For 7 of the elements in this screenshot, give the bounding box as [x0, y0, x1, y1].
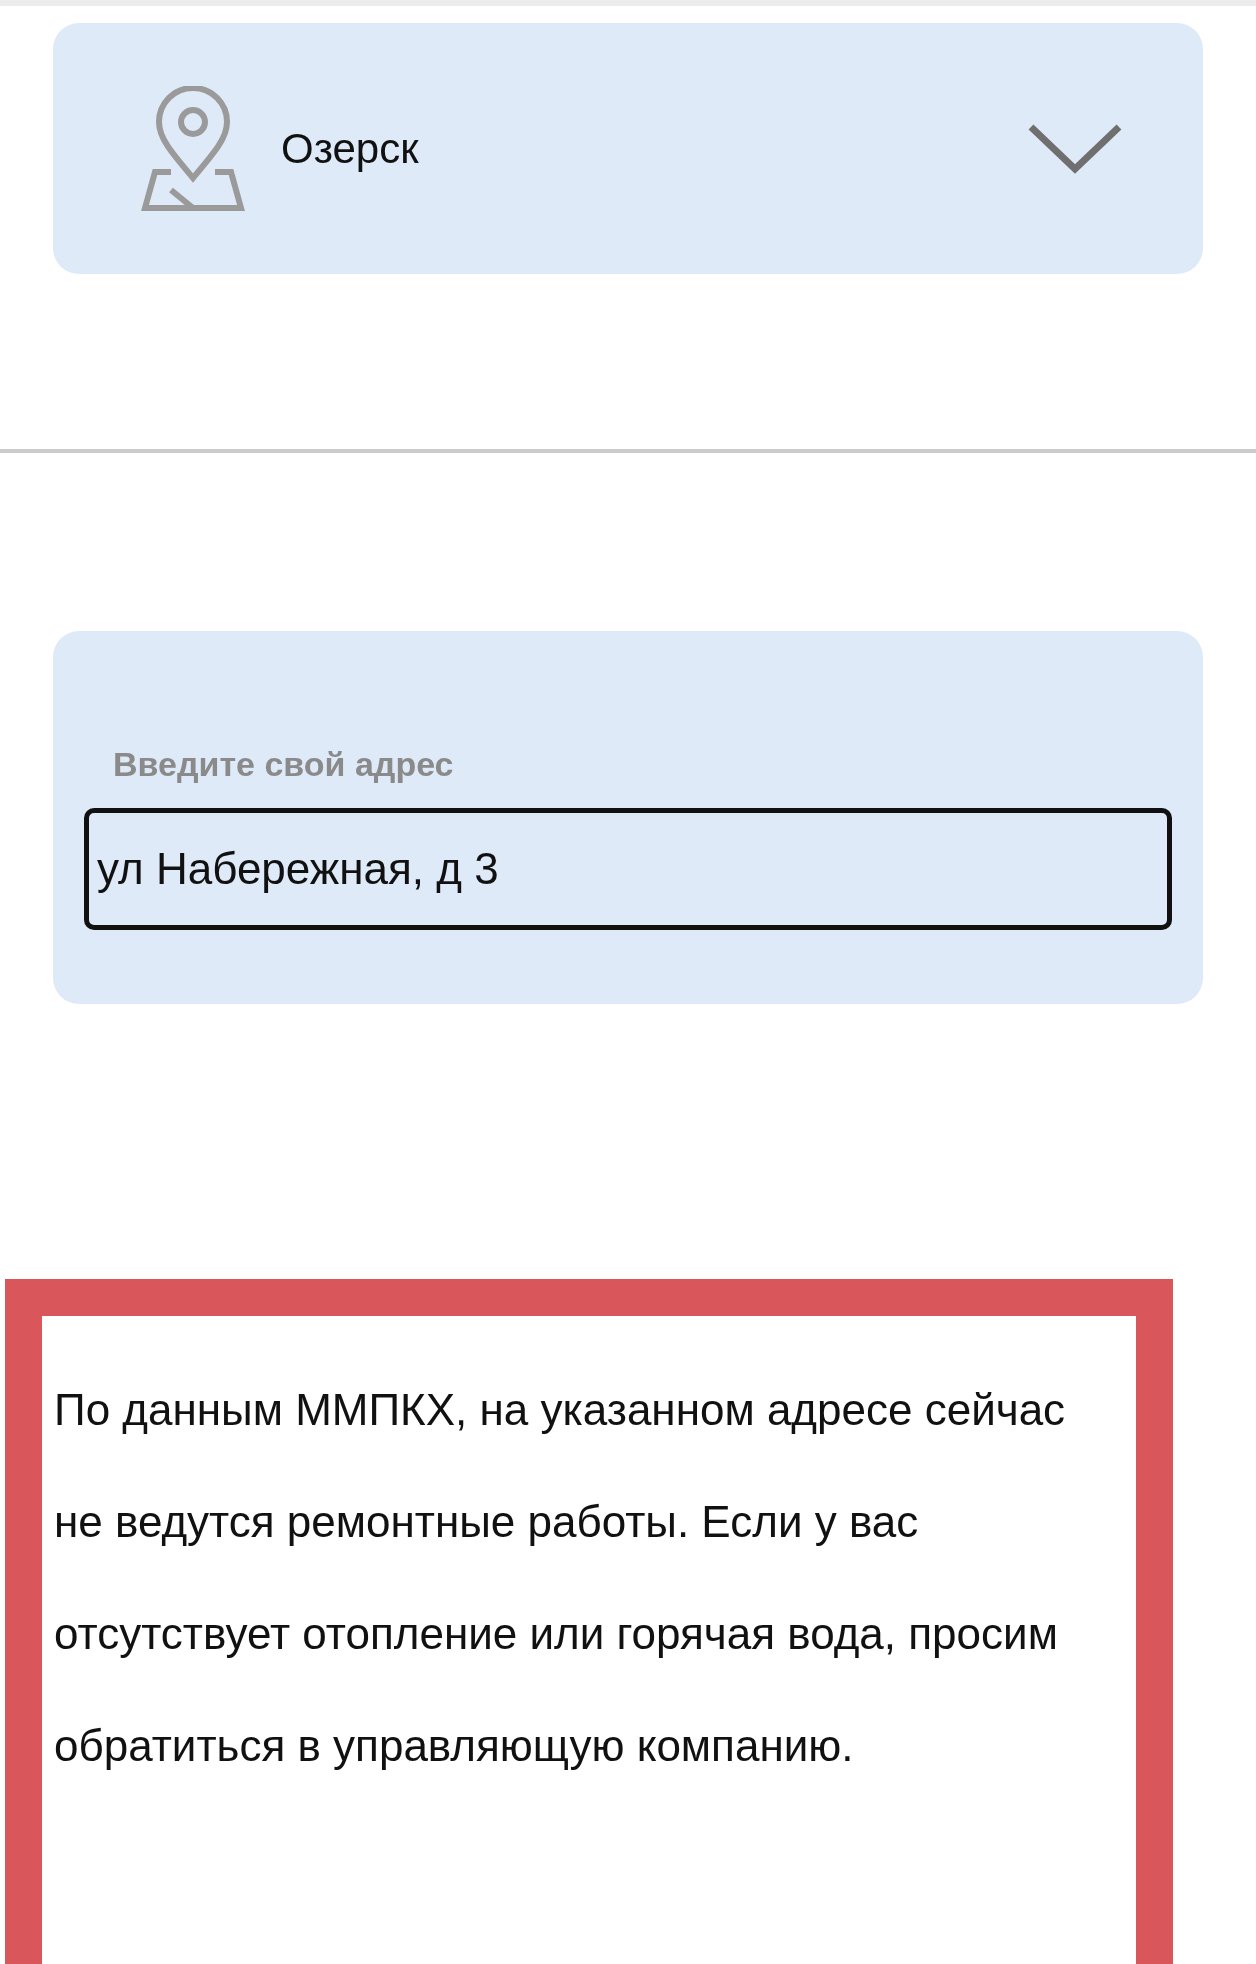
city-selector[interactable]: Озерск [53, 23, 1203, 274]
chevron-down-icon [1027, 122, 1123, 175]
map-pin-icon [141, 85, 245, 212]
city-name: Озерск [281, 124, 419, 174]
notice-text: По данным ММПКХ, на указанном адресе сейчас не ведутся ремонтные работы. Если у вас отсутствует отопление или горячая вода, просим обратиться в управляющую компанию. [54, 1384, 1067, 1772]
address-label: Введите свой адрес [112, 744, 455, 785]
address-field[interactable]: ул Набережная, д 3 [84, 808, 1172, 930]
